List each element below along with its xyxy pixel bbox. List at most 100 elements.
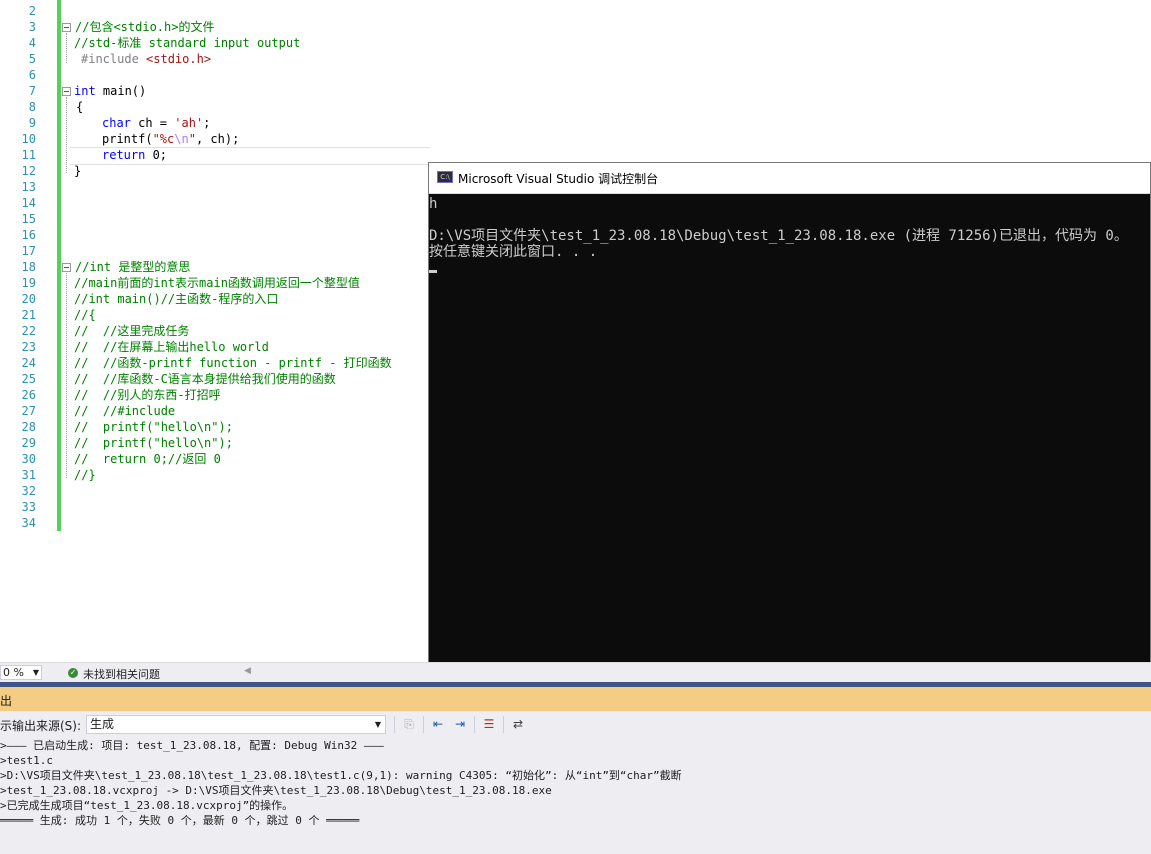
- change-tracking-bar: [57, 0, 61, 531]
- zoom-value: 0 %: [3, 666, 24, 679]
- code-text: 0;: [145, 148, 168, 162]
- code-line: // printf("hello\n");: [74, 436, 233, 450]
- string-literal: "%c: [152, 132, 175, 146]
- line-number: 25: [21, 372, 36, 386]
- debug-console-window[interactable]: C:\ Microsoft Visual Studio 调试控制台 h D:\V…: [428, 162, 1151, 673]
- line-number: 31: [21, 468, 36, 482]
- scroll-left-icon[interactable]: ◀: [244, 666, 251, 676]
- preprocessor-directive: #include: [81, 52, 147, 66]
- toolbar-separator: [394, 716, 395, 733]
- code-line: //包含<stdio.h>的文件: [75, 20, 215, 34]
- line-number: 12: [21, 164, 36, 178]
- code-text: ch =: [130, 116, 175, 130]
- console-output[interactable]: h D:\VS项目文件夹\test_1_23.08.18\Debug\test_…: [429, 194, 1150, 672]
- line-number: 3: [28, 20, 36, 34]
- code-line: printf("%c\n", ch);: [102, 131, 239, 147]
- line-number: 2: [28, 4, 36, 18]
- code-line: return 0;: [102, 147, 167, 163]
- code-line: //{: [74, 308, 96, 322]
- line-number: 5: [28, 52, 36, 66]
- fold-guide: [66, 33, 68, 63]
- code-text: main(): [95, 84, 147, 98]
- line-number: 22: [21, 324, 36, 338]
- code-line: // return 0;//返回 0: [74, 452, 221, 466]
- console-cursor-line: [429, 260, 1150, 276]
- char-literal: 'ah': [174, 116, 204, 130]
- code-line: // //库函数-C语言本身提供给我们使用的函数: [74, 372, 336, 386]
- fold-guide: [66, 273, 68, 478]
- code-line: //}: [74, 468, 96, 482]
- line-number: 13: [21, 180, 36, 194]
- line-number: 27: [21, 404, 36, 418]
- line-number: 24: [21, 356, 36, 370]
- console-line: h: [429, 196, 438, 212]
- line-number: 7: [28, 84, 36, 98]
- zoom-select[interactable]: 0 % ▼: [0, 665, 42, 680]
- code-line: // printf("hello\n");: [74, 420, 233, 434]
- line-number: 16: [21, 228, 36, 242]
- fold-toggle-icon[interactable]: [62, 23, 71, 32]
- fold-toggle-icon[interactable]: [62, 263, 71, 272]
- console-app-icon: C:\: [437, 171, 453, 183]
- line-number: 20: [21, 292, 36, 306]
- line-number: 15: [21, 212, 36, 226]
- code-line: // //别人的东西-打招呼: [74, 388, 221, 402]
- keyword: char: [102, 116, 131, 130]
- code-line: //main前面的int表示main函数调用返回一个整型值: [74, 276, 360, 290]
- fold-toggle-icon[interactable]: [62, 87, 71, 96]
- output-line: >已完成生成项目“test_1_23.08.18.vcxproj”的操作。: [0, 799, 294, 812]
- editor-status-bar: 0 % ▼ ✓ 未找到相关问题 ◀: [0, 662, 1151, 683]
- line-number: 28: [21, 420, 36, 434]
- code-text: , ch);: [195, 132, 240, 146]
- output-panel-header: 出: [0, 687, 1151, 711]
- go-to-location-icon[interactable]: ⎘: [401, 716, 417, 732]
- code-line: // //#include: [74, 404, 176, 418]
- console-titlebar[interactable]: C:\ Microsoft Visual Studio 调试控制台: [429, 163, 1150, 194]
- code-line: //std-标准 standard input output: [74, 36, 301, 50]
- chevron-down-icon: ▼: [374, 720, 381, 729]
- previous-message-icon[interactable]: ⇤: [430, 716, 446, 732]
- code-line: // //在屏幕上输出hello world: [74, 340, 269, 354]
- keyword: return: [102, 148, 146, 162]
- output-text-area[interactable]: >——— 已启动生成: 项目: test_1_23.08.18, 配置: Deb…: [0, 738, 1151, 854]
- line-number: 21: [21, 308, 36, 322]
- string-literal: ": [188, 132, 196, 146]
- line-number: 18: [21, 260, 36, 274]
- line-number: 9: [28, 116, 36, 130]
- line-number: 33: [21, 500, 36, 514]
- code-line: //int 是整型的意思: [75, 260, 191, 274]
- line-number: 32: [21, 484, 36, 498]
- console-line: 按任意键关闭此窗口. . .: [429, 244, 598, 260]
- code-line: {: [76, 100, 84, 114]
- line-number: 34: [21, 516, 36, 530]
- include-header: <stdio.h>: [146, 52, 212, 66]
- line-number: 10: [21, 132, 36, 146]
- issues-status[interactable]: 未找到相关问题: [83, 666, 160, 682]
- output-line: >test_1_23.08.18.vcxproj -> D:\VS项目文件夹\t…: [0, 784, 552, 797]
- line-number: 19: [21, 276, 36, 290]
- chevron-down-icon: ▼: [32, 668, 39, 677]
- output-line: >test1.c: [0, 754, 53, 767]
- output-toolbar: 示输出来源(S): 生成 ▼ ⎘ ⇤ ⇥ ☰ ⇄: [0, 711, 1151, 738]
- code-line: }: [74, 164, 82, 178]
- next-message-icon[interactable]: ⇥: [452, 716, 468, 732]
- output-panel-title: 出: [0, 694, 13, 708]
- keyword: int: [74, 84, 96, 98]
- code-text: printf(: [102, 132, 153, 146]
- clear-all-icon[interactable]: ☰: [481, 716, 497, 732]
- line-number: 14: [21, 196, 36, 210]
- toolbar-separator: [474, 716, 475, 733]
- line-number: 4: [28, 36, 36, 50]
- escape-sequence: \n: [174, 132, 189, 146]
- code-line: char ch = 'ah';: [102, 115, 210, 131]
- line-number: 30: [21, 452, 36, 466]
- output-source-select[interactable]: 生成 ▼: [86, 715, 386, 734]
- text-cursor: [429, 270, 437, 273]
- code-line: // //这里完成任务: [74, 324, 190, 338]
- word-wrap-icon[interactable]: ⇄: [510, 716, 526, 732]
- code-text: ;: [203, 116, 211, 130]
- line-number: 26: [21, 388, 36, 402]
- line-number: 6: [28, 68, 36, 82]
- toolbar-separator: [423, 716, 424, 733]
